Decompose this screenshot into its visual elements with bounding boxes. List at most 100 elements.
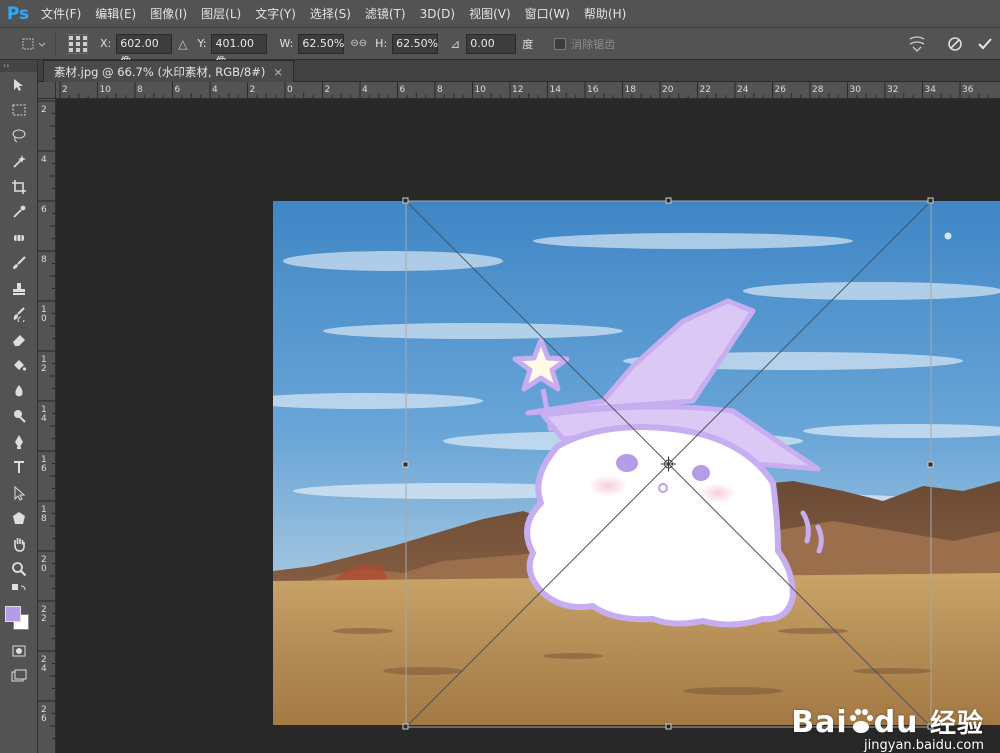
height-scale-field[interactable]: 62.50% (392, 33, 439, 54)
color-swatches (0, 598, 37, 638)
menu-select[interactable]: 选择(S) (305, 0, 356, 28)
menu-type[interactable]: 文字(Y) (250, 0, 301, 28)
canvas-area[interactable]: Bai du 经验 jingyan.baidu.com (56, 99, 1000, 753)
eyedropper-tool-icon[interactable] (0, 200, 37, 226)
ruler-origin[interactable] (38, 82, 56, 99)
ruler-tick-label: 2 (41, 364, 47, 374)
y-label: Y: (197, 37, 207, 50)
menu-window[interactable]: 窗口(W) (520, 0, 575, 28)
commit-controls (902, 28, 1000, 60)
magic-wand-tool-icon[interactable] (0, 149, 37, 175)
baidu-jingyan-watermark: Bai du 经验 jingyan.baidu.com (791, 703, 984, 753)
horizontal-ruler[interactable]: 2 10 8 6 4 2 0 2 4 6 8 10 12 14 16 18 20 22 24 26 28 30 32 34 36 (56, 82, 1000, 99)
eraser-tool-icon[interactable] (0, 327, 37, 353)
history-brush-tool-icon[interactable] (0, 302, 37, 328)
watermark-brand-du: du (873, 705, 919, 740)
ruler-tick-label: 28 (812, 85, 824, 95)
marquee-tool-icon[interactable] (0, 98, 37, 124)
tools-panel-collapse-icon[interactable]: ›› (0, 60, 37, 72)
foreground-color-swatch[interactable] (5, 606, 21, 622)
ruler-tick-label: 6 (41, 464, 47, 474)
ruler-tick-label: 6 (41, 205, 47, 215)
ruler-tick-label: 10 (100, 85, 112, 95)
watermark-cn: 经验 (929, 709, 984, 739)
menu-3d[interactable]: 3D(D) (415, 0, 460, 28)
lasso-tool-icon[interactable] (0, 123, 37, 149)
hand-tool-icon[interactable] (0, 531, 37, 557)
ruler-tick-label: 2 (250, 85, 256, 95)
zoom-tool-icon[interactable] (0, 557, 37, 583)
width-label: W: (279, 37, 294, 50)
relative-position-icon[interactable]: △ (178, 37, 187, 51)
menu-file[interactable]: 文件(F) (36, 0, 86, 28)
height-label: H: (375, 37, 388, 50)
document-tab-title: 素材.jpg @ 66.7% (水印素材, RGB/8#) (54, 65, 266, 79)
commit-transform-icon[interactable] (970, 28, 1000, 60)
screen-mode-icon[interactable] (0, 664, 37, 690)
brush-tool-icon[interactable] (0, 251, 37, 277)
link-proportions-icon[interactable]: ⊖⊖ (350, 38, 367, 49)
clone-stamp-tool-icon[interactable] (0, 276, 37, 302)
type-tool-icon[interactable] (0, 455, 37, 481)
angle-unit-label: 度 (522, 37, 534, 51)
ruler-tick-label: 12 (512, 85, 523, 95)
dodge-tool-icon[interactable] (0, 404, 37, 430)
ruler-tick-label: 0 (41, 314, 47, 324)
ruler-tick-label: 4 (41, 414, 47, 424)
x-position-field[interactable]: 602.00 像 (116, 33, 173, 68)
ruler-tick-label: 4 (41, 664, 47, 674)
spot-healing-tool-icon[interactable] (0, 225, 37, 251)
baidu-paw-icon (849, 709, 873, 733)
app-logo: Ps (6, 3, 30, 24)
watermark-brand: Bai du 经验 (791, 703, 984, 740)
paint-bucket-tool-icon[interactable] (0, 353, 37, 379)
ruler-tick-label: 4 (212, 85, 218, 95)
shape-tool-icon[interactable] (0, 506, 37, 532)
rotate-angle-icon: ⊿ (450, 36, 461, 51)
pen-tool-icon[interactable] (0, 429, 37, 455)
cancel-transform-icon[interactable] (940, 28, 970, 60)
warp-mode-icon[interactable] (902, 28, 932, 60)
ruler-tick-label: 14 (550, 85, 562, 95)
menu-view[interactable]: 视图(V) (464, 0, 516, 28)
tool-preset-picker[interactable] (12, 31, 56, 56)
ruler-tick-label: 4 (41, 155, 47, 165)
quick-mask-icon[interactable] (0, 638, 37, 664)
watermark-brand-bai: Bai (791, 705, 848, 740)
ruler-tick-label: 8 (137, 85, 143, 95)
desert-landscape-photo (273, 201, 1000, 725)
default-colors-icon[interactable] (0, 582, 37, 598)
path-selection-tool-icon[interactable] (0, 480, 37, 506)
document-tab[interactable]: 素材.jpg @ 66.7% (水印素材, RGB/8#) × (43, 60, 294, 82)
ruler-tick-label: 0 (287, 85, 293, 95)
vertical-ruler-scale: 2468101214161820222426 (38, 100, 55, 739)
ruler-tick-label: 10 (475, 85, 487, 95)
width-scale-field[interactable]: 62.50% (298, 33, 345, 54)
menu-edit[interactable]: 编辑(E) (90, 0, 141, 28)
ruler-tick-label: 6 (175, 85, 181, 95)
menu-layer[interactable]: 图层(L) (196, 0, 246, 28)
document-tab-bar: 素材.jpg @ 66.7% (水印素材, RGB/8#) × (38, 60, 1000, 82)
menu-filter[interactable]: 滤镜(T) (360, 0, 411, 28)
ruler-tick-label: 24 (737, 85, 749, 95)
reference-point-icon[interactable] (68, 33, 88, 54)
document-image[interactable] (273, 201, 1000, 725)
vertical-ruler[interactable]: 2468101214161820222426 (38, 99, 56, 753)
close-tab-icon[interactable]: × (273, 65, 283, 79)
ruler-tick-label: 20 (662, 85, 674, 95)
move-tool-icon[interactable] (0, 72, 37, 98)
photoshop-window: Ps 文件(F) 编辑(E) 图像(I) 图层(L) 文字(Y) 选择(S) 滤… (0, 0, 1000, 753)
ruler-tick-label: 8 (41, 514, 47, 524)
rotation-angle-field[interactable]: 0.00 (466, 33, 517, 54)
ruler-tick-label: 32 (887, 85, 898, 95)
antialias-checkbox[interactable] (554, 37, 567, 50)
ruler-tick-label: 8 (437, 85, 443, 95)
crop-tool-icon[interactable] (0, 174, 37, 200)
y-position-field[interactable]: 401.00 像 (211, 33, 268, 68)
menu-image[interactable]: 图像(I) (145, 0, 192, 28)
ruler-tick-label: 22 (700, 85, 711, 95)
menu-help[interactable]: 帮助(H) (579, 0, 631, 28)
ruler-tick-label: 6 (41, 714, 47, 724)
blur-tool-icon[interactable] (0, 378, 37, 404)
ruler-tick-label: 4 (362, 85, 368, 95)
